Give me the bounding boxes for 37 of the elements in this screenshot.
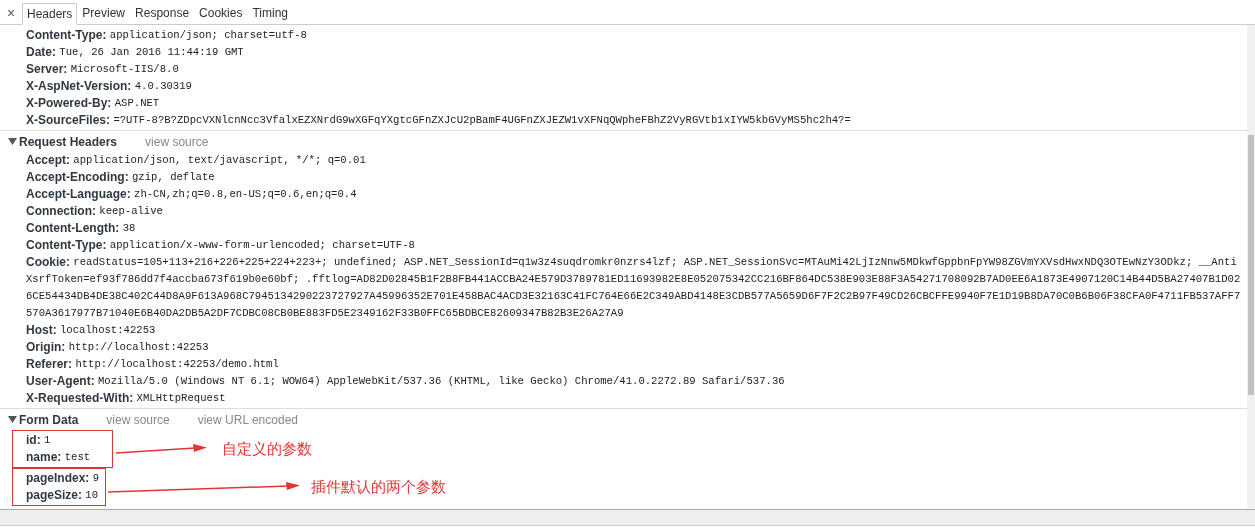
header-row-text: Host: localhost:42253 bbox=[26, 322, 157, 339]
scrollbar[interactable] bbox=[1247, 25, 1255, 509]
header-row-text: Server: Microsoft-IIS/8.0 bbox=[26, 61, 180, 78]
view-link[interactable]: view source bbox=[106, 410, 170, 429]
header-row: name: test bbox=[26, 449, 91, 466]
header-row-text: id: 1 bbox=[26, 432, 52, 449]
header-row-text: X-SourceFiles: =?UTF-8?B?ZDpcVXNlcnNcc3VfalxEZXNrdG9wXGFqYXgtcGFnZXJcU2pBamF4UGFnZXJEZW1vXFNqQWpheFBhZ2VyRGVtb1xIYW5kbGVyMS5hc2h4?= bbox=[26, 112, 852, 129]
tab[interactable]: Cookies bbox=[194, 2, 248, 24]
header-row-text: Accept-Encoding: gzip, deflate bbox=[26, 169, 216, 186]
tab[interactable]: Response bbox=[130, 2, 195, 24]
header-row-text: Content-Type: application/x-www-form-urlencoded; charset=UTF-8 bbox=[26, 237, 416, 254]
view-link[interactable]: view URL encoded bbox=[197, 410, 298, 429]
header-row-text: Content-Type: application/json; charset=utf-8 bbox=[26, 27, 308, 44]
header-row-text: Date: Tue, 26 Jan 2016 11:44:19 GMT bbox=[26, 44, 245, 61]
header-row-text: User-Agent: Mozilla/5.0 (Windows NT 6.1; WOW64) AppleWebKit/537.36 (KHTML, like Gecko) Chrome/41.0.2272.89 Safari/537.36 bbox=[26, 373, 786, 390]
header-row-text: Connection: keep-alive bbox=[26, 203, 164, 220]
header-row-text: Content-Length: 38 bbox=[26, 220, 137, 237]
header-row-text: X-Powered-By: ASP.NET bbox=[26, 95, 161, 112]
header-row-text: Referer: http://localhost:42253/demo.html bbox=[26, 356, 280, 373]
disclosure-triangle-icon bbox=[8, 415, 17, 424]
header-row-text: X-Requested-With: XMLHttpRequest bbox=[26, 390, 227, 407]
annotation-note: 自定义的参数 bbox=[222, 438, 313, 459]
section-toggle[interactable]: Form Data bbox=[8, 410, 79, 429]
disclosure-triangle-icon bbox=[8, 137, 17, 146]
tab[interactable]: Headers bbox=[22, 3, 78, 25]
header-row-text: Origin: http://localhost:42253 bbox=[26, 339, 210, 356]
header-row-text: Accept: application/json, text/javascript, */*; q=0.01 bbox=[26, 152, 367, 169]
header-row: pageSize: 10 bbox=[26, 487, 100, 504]
header-row-text: Accept-Language: zh-CN,zh;q=0.8,en-US;q=0.6,en;q=0.4 bbox=[26, 186, 358, 203]
view-link[interactable]: view source bbox=[145, 132, 209, 151]
annotation-note: 插件默认的两个参数 bbox=[311, 476, 447, 497]
tab[interactable]: Preview bbox=[77, 2, 131, 24]
tab[interactable]: Timing bbox=[247, 2, 293, 24]
close-button[interactable]: × bbox=[0, 2, 22, 24]
section-toggle[interactable]: Request Headers bbox=[8, 132, 118, 151]
header-row-text: X-AspNet-Version: 4.0.30319 bbox=[26, 78, 193, 95]
header-row: pageIndex: 9 bbox=[26, 470, 100, 487]
